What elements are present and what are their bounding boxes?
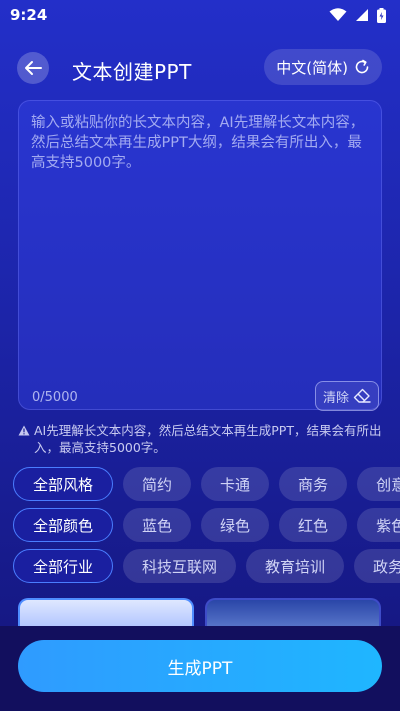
chip-color-purple[interactable]: 紫色 — [357, 508, 400, 542]
long-text-input[interactable] — [31, 113, 371, 353]
chip-color-all[interactable]: 全部颜色 — [13, 508, 114, 542]
chip-industry-government[interactable]: 政务 — [354, 549, 400, 583]
style-filter-row: 全部风格 简约 卡通 商务 创意 — [13, 467, 400, 503]
chip-style-creative[interactable]: 创意 — [357, 467, 400, 501]
text-input-card: 0/5000 清除 — [18, 100, 382, 411]
clear-label: 清除 — [322, 390, 349, 406]
notice-text: AI先理解长文本内容，然后总结文本再生成PPT，结果会有所出入，最高支持5000… — [34, 423, 382, 455]
language-label: 中文(简体) — [276, 58, 348, 77]
status-bar: 9:24 — [0, 0, 400, 30]
chip-style-all[interactable]: 全部风格 — [13, 467, 114, 501]
header: 文本创建PPT 中文(简体) — [0, 44, 400, 92]
template-grid — [0, 598, 400, 638]
eraser-icon — [353, 388, 371, 403]
refresh-icon — [355, 59, 369, 74]
industry-filter-row: 全部行业 科技互联网 教育培训 政务 — [13, 549, 400, 585]
status-icons — [329, 7, 386, 23]
page-title: 文本创建PPT — [72, 60, 192, 84]
battery-icon — [377, 7, 386, 23]
chip-style-simple[interactable]: 简约 — [123, 467, 192, 501]
clear-button[interactable]: 清除 — [315, 381, 379, 411]
chip-industry-education[interactable]: 教育培训 — [246, 549, 345, 583]
language-selector-button[interactable]: 中文(简体) — [264, 49, 382, 85]
notice: AI先理解长文本内容，然后总结文本再生成PPT，结果会有所出入，最高支持5000… — [18, 422, 384, 456]
generate-ppt-button[interactable]: 生成PPT — [18, 640, 382, 692]
chip-color-blue[interactable]: 蓝色 — [123, 508, 192, 542]
color-filter-row: 全部颜色 蓝色 绿色 红色 紫色 — [13, 508, 400, 544]
char-count: 0/5000 — [32, 390, 78, 405]
chip-style-business[interactable]: 商务 — [279, 467, 348, 501]
chip-industry-tech[interactable]: 科技互联网 — [123, 549, 237, 583]
chip-industry-all[interactable]: 全部行业 — [13, 549, 114, 583]
chip-color-red[interactable]: 红色 — [279, 508, 348, 542]
back-button[interactable] — [17, 52, 49, 84]
warning-icon — [18, 425, 30, 436]
wifi-icon — [329, 8, 347, 21]
arrow-left-icon — [25, 61, 42, 75]
status-time: 9:24 — [10, 6, 48, 24]
signal-icon — [356, 9, 368, 21]
chip-style-cartoon[interactable]: 卡通 — [201, 467, 270, 501]
chip-color-green[interactable]: 绿色 — [201, 508, 270, 542]
